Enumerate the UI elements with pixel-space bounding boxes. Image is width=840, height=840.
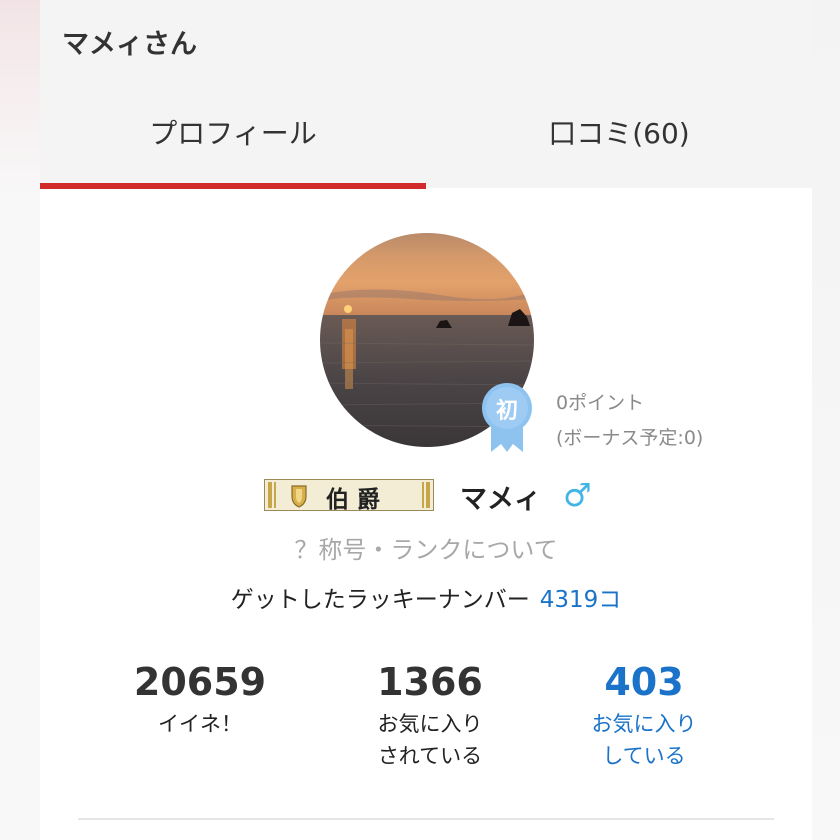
lucky-number-label: ゲットしたラッキーナンバー — [230, 587, 530, 613]
stat-favoriting-label-1[interactable]: お気に入り — [539, 708, 749, 740]
stat-likes: 20659 イイネ！ — [95, 656, 305, 740]
badge-label: 初 — [495, 399, 518, 424]
lucky-number-row: ゲットしたラッキーナンバー 4319コ — [40, 580, 812, 614]
stat-favorited-value: 1366 — [377, 660, 483, 704]
background-edge-right — [812, 0, 840, 840]
bonus-value: (ボーナス予定:0) — [556, 427, 704, 449]
tab-profile[interactable]: プロフィール — [40, 112, 426, 152]
stat-likes-value: 20659 — [133, 660, 267, 704]
tab-reviews[interactable]: 口コミ(60) — [426, 112, 812, 152]
stat-favoriting-link[interactable]: 403 お気に入り している — [539, 656, 749, 772]
profile-panel: マメィさん プロフィール 口コミ(60) 初 0ポイント (ボーナス予定:0) … — [40, 0, 812, 840]
active-tab-indicator — [40, 183, 426, 189]
page-title: マメィさん — [62, 29, 197, 60]
beginner-ribbon-icon: 初 — [481, 380, 533, 454]
rank-title-text: 伯爵 — [326, 486, 388, 513]
stat-likes-label: イイネ！ — [158, 712, 242, 736]
rank-info-link[interactable]: ？称号・ランクについて — [40, 530, 812, 565]
stat-favorited: 1366 お気に入り されている — [325, 656, 535, 772]
shield-crest-icon — [291, 485, 307, 508]
header: マメィさん プロフィール 口コミ(60) — [40, 0, 812, 189]
stat-favoriting-value[interactable]: 403 — [539, 656, 749, 708]
points-info: 0ポイント (ボーナス予定:0) — [556, 386, 703, 456]
section-divider — [78, 818, 774, 820]
username: マメィ — [460, 484, 541, 515]
background-edge-left — [0, 0, 40, 840]
stat-favorited-label-2: されている — [377, 744, 483, 768]
lucky-number-value[interactable]: 4319コ — [540, 587, 622, 613]
stat-favorited-label-1: お気に入り — [377, 712, 483, 736]
points-value: 0ポイント — [556, 392, 645, 414]
rank-title-badge: 伯爵 — [264, 479, 434, 513]
male-symbol-icon: ♂ — [563, 476, 592, 514]
stat-favoriting-label-2[interactable]: している — [539, 740, 749, 772]
